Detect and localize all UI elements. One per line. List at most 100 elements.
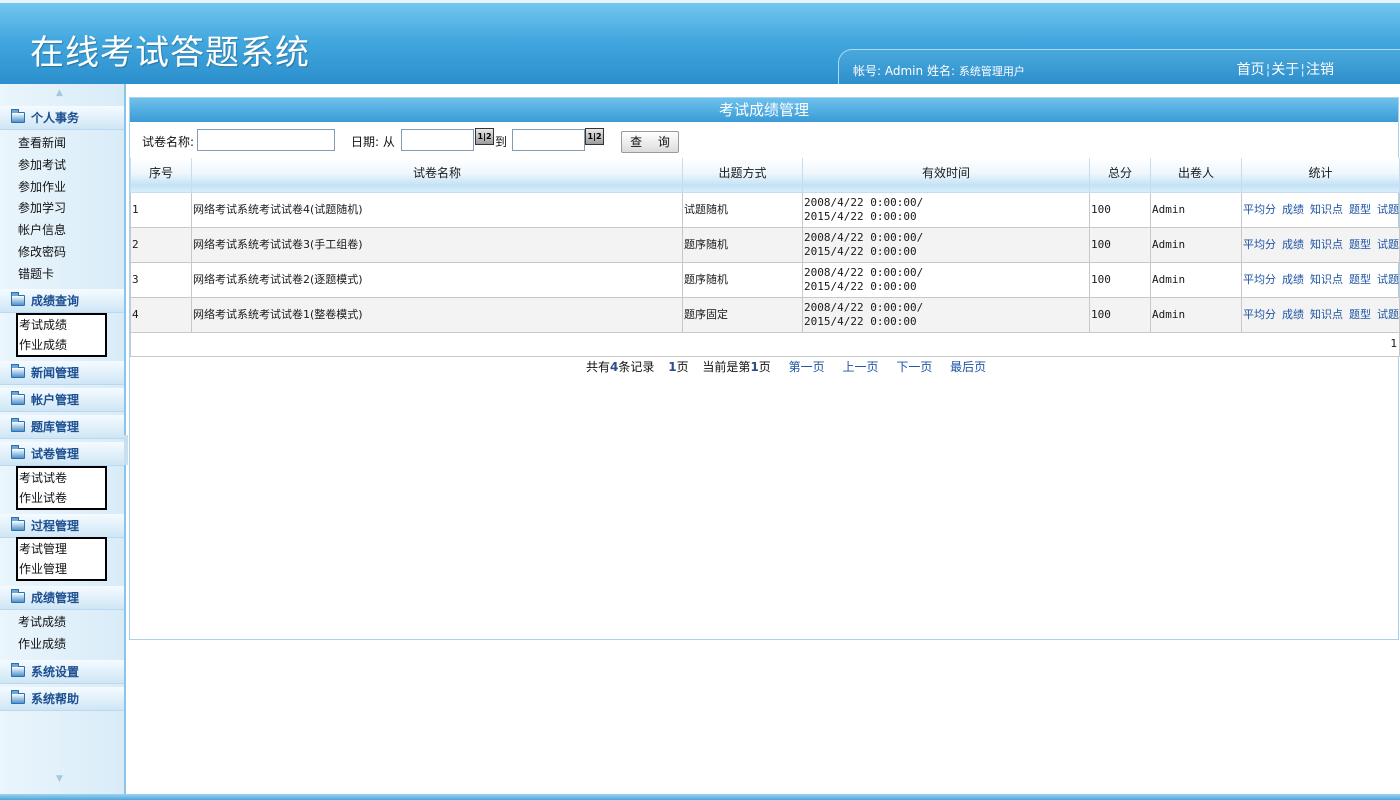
sidebar-item-wrong-answer-card[interactable]: 错题卡 [18, 267, 54, 281]
stat-type-link[interactable]: 题型 [1349, 238, 1371, 251]
sidebar-group-question-bank[interactable]: 题库管理 [0, 415, 124, 439]
stat-type-link[interactable]: 题型 [1349, 203, 1371, 216]
paper-name-input[interactable] [197, 129, 335, 151]
home-link[interactable]: 首页 [1237, 62, 1265, 78]
stat-knowledge-link[interactable]: 知识点 [1310, 308, 1343, 321]
sidebar-item-homework-score-admin[interactable]: 作业成绩 [18, 637, 66, 651]
query-button[interactable]: 查 询 [621, 131, 679, 153]
cell-no: 2 [130, 226, 192, 263]
folder-icon [11, 690, 25, 704]
exam-score-table: 序号 试卷名称 出题方式 有效时间 总分 出卷人 统计 1 网络考试系统考试试卷… [130, 158, 1400, 357]
stat-question-link[interactable]: 试题 [1377, 203, 1399, 216]
sidebar-item-exam-paper[interactable]: 考试试卷 [19, 471, 67, 485]
stat-average-link[interactable]: 平均分 [1243, 238, 1276, 251]
cell-author: Admin [1150, 191, 1242, 228]
date-to-input[interactable] [512, 129, 585, 151]
sidebar-group-score-admin[interactable]: 成绩管理 [0, 586, 124, 610]
name-value: 系统管理用户 [958, 65, 1025, 78]
sidebar-group-paper-admin[interactable]: 试卷管理 [0, 442, 124, 466]
pager-current-prefix: 当前是第 [702, 360, 751, 374]
last-page-link[interactable]: 最后页 [950, 360, 986, 374]
stat-score-link[interactable]: 成绩 [1282, 308, 1304, 321]
prev-page-link[interactable]: 上一页 [842, 360, 878, 374]
table-row: 3 网络考试系统考试试卷2(逐题模式) 题序随机 2008/4/22 0:00:… [130, 261, 1400, 298]
column-header[interactable]: 序号 [130, 158, 192, 193]
group-label: 成绩查询 [31, 294, 80, 308]
sidebar-item-homework-score[interactable]: 作业成绩 [19, 338, 67, 352]
column-header[interactable]: 有效时间 [802, 158, 1090, 193]
stat-question-link[interactable]: 试题 [1377, 238, 1399, 251]
next-page-link[interactable]: 下一页 [896, 360, 932, 374]
sidebar-item-view-news[interactable]: 查看新闻 [18, 136, 66, 150]
first-page-link[interactable]: 第一页 [789, 360, 825, 374]
paper-name-label: 试卷名称: [142, 135, 195, 149]
sidebar-group-news-admin[interactable]: 新闻管理 [0, 361, 124, 385]
sidebar-group-score-query[interactable]: 成绩查询 [0, 289, 124, 313]
sidebar-item-take-homework[interactable]: 参加作业 [18, 180, 66, 194]
stat-score-link[interactable]: 成绩 [1282, 273, 1304, 286]
sidebar-item-homework-process[interactable]: 作业管理 [19, 562, 67, 576]
cell-paper-name: 网络考试系统考试试卷1(整卷模式) [191, 296, 683, 333]
column-header[interactable]: 出题方式 [682, 158, 803, 193]
about-link[interactable]: 关于 [1271, 62, 1299, 78]
time-to: 2015/4/22 0:00:00 [804, 314, 917, 328]
folder-icon [11, 109, 25, 123]
stat-average-link[interactable]: 平均分 [1243, 273, 1276, 286]
sidebar-group-process-admin[interactable]: 过程管理 [0, 514, 124, 538]
user-info: 帐号: Admin 姓名: 系统管理用户 [853, 62, 1025, 79]
stat-question-link[interactable]: 试题 [1377, 308, 1399, 321]
stat-score-link[interactable]: 成绩 [1282, 203, 1304, 216]
pager-records-suffix: 条记录 [618, 360, 655, 374]
header-banner: 在线考试答题系统 帐号: Admin 姓名: 系统管理用户 首页¦关于¦注销 [0, 0, 1400, 87]
sidebar-group-account-admin[interactable]: 帐户管理 [0, 388, 124, 412]
cell-mode: 题序固定 [682, 296, 803, 333]
group-label: 过程管理 [31, 519, 80, 533]
group-label: 个人事务 [31, 111, 80, 125]
table-header-row: 序号 试卷名称 出题方式 有效时间 总分 出卷人 统计 [130, 158, 1400, 193]
calendar-icon[interactable]: 1|2 [585, 128, 604, 145]
logout-link[interactable]: 注销 [1306, 62, 1334, 78]
page-indicator[interactable]: 1 [130, 331, 1400, 357]
column-header[interactable]: 出卷人 [1150, 158, 1242, 193]
sidebar-item-exam-process[interactable]: 考试管理 [19, 542, 67, 556]
scroll-up-icon[interactable]: ▲ [56, 88, 63, 98]
folder-icon [11, 292, 25, 306]
column-header[interactable]: 试卷名称 [191, 158, 683, 193]
group-label: 帐户管理 [31, 393, 80, 407]
cell-valid-time: 2008/4/22 0:00:00/2015/4/22 0:00:00 [802, 226, 1090, 263]
group-label: 系统设置 [31, 665, 80, 679]
stat-question-link[interactable]: 试题 [1377, 273, 1399, 286]
date-from-input[interactable] [401, 129, 474, 151]
group-label: 新闻管理 [31, 366, 80, 380]
sidebar-item-study[interactable]: 参加学习 [18, 201, 66, 215]
group-label: 成绩管理 [31, 591, 80, 605]
cell-no: 3 [130, 261, 192, 298]
pager-current-suffix: 页 [758, 360, 771, 374]
column-header[interactable]: 统计 [1241, 158, 1400, 193]
cell-author: Admin [1150, 261, 1242, 298]
account-value: Admin [884, 64, 924, 78]
sidebar-item-exam-score[interactable]: 考试成绩 [19, 318, 67, 332]
calendar-icon[interactable]: 1|2 [475, 128, 494, 145]
sidebar-item-account-info[interactable]: 帐户信息 [18, 223, 66, 237]
stat-knowledge-link[interactable]: 知识点 [1310, 273, 1343, 286]
sidebar-item-exam-score-admin[interactable]: 考试成绩 [18, 615, 66, 629]
stat-knowledge-link[interactable]: 知识点 [1310, 238, 1343, 251]
sidebar-group-personal[interactable]: 个人事务 [0, 106, 124, 130]
cell-score: 100 [1089, 191, 1151, 228]
stat-score-link[interactable]: 成绩 [1282, 238, 1304, 251]
sidebar-item-take-exam[interactable]: 参加考试 [18, 158, 66, 172]
stat-type-link[interactable]: 题型 [1349, 308, 1371, 321]
sidebar-group-settings[interactable]: 系统设置 [0, 660, 124, 684]
sidebar-item-homework-paper[interactable]: 作业试卷 [19, 491, 67, 505]
scroll-down-icon[interactable]: ▼ [56, 774, 63, 784]
stat-average-link[interactable]: 平均分 [1243, 203, 1276, 216]
sidebar-item-change-password[interactable]: 修改密码 [18, 245, 66, 259]
table-row: 4 网络考试系统考试试卷1(整卷模式) 题序固定 2008/4/22 0:00:… [130, 296, 1400, 333]
sidebar-group-help[interactable]: 系统帮助 [0, 687, 124, 711]
stat-average-link[interactable]: 平均分 [1243, 308, 1276, 321]
stat-type-link[interactable]: 题型 [1349, 273, 1371, 286]
stat-knowledge-link[interactable]: 知识点 [1310, 203, 1343, 216]
app-title: 在线考试答题系统 [30, 33, 310, 73]
column-header[interactable]: 总分 [1089, 158, 1151, 193]
